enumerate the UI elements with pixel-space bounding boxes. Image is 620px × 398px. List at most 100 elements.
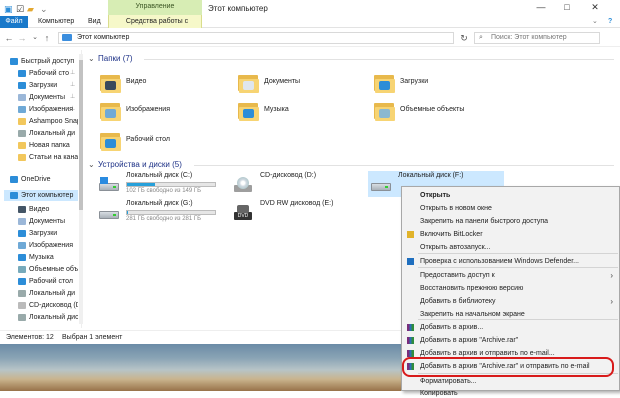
- downloads-folder-icon[interactable]: [374, 72, 396, 94]
- checkbox-icon[interactable]: ☑: [16, 4, 24, 14]
- help-button[interactable]: ?: [604, 16, 616, 28]
- folder-icon[interactable]: ▰: [27, 4, 34, 14]
- sidebar-item[interactable]: Рабочий сто ⊥: [4, 68, 78, 79]
- sidebar-item-label: Этот компьютер: [21, 192, 74, 199]
- sidebar-item[interactable]: Музыка: [4, 252, 78, 263]
- drive-label[interactable]: Локальный диск (F:): [398, 172, 463, 179]
- drive-label[interactable]: DVD RW дисковод (E:): [260, 200, 333, 207]
- address-input[interactable]: Этот компьютер: [58, 32, 454, 44]
- drive-label[interactable]: Локальный диск (C:): [126, 172, 192, 179]
- context-menu-item[interactable]: Закрепить на начальном экране: [402, 308, 619, 321]
- video-folder-icon[interactable]: [100, 72, 122, 94]
- chevron-down-icon[interactable]: ⌄: [40, 4, 48, 14]
- documents-folder-icon[interactable]: [238, 72, 260, 94]
- minimize-button[interactable]: —: [530, 0, 552, 14]
- up-button[interactable]: ↑: [41, 32, 53, 44]
- sidebar-scrollbar-thumb[interactable]: [79, 60, 83, 210]
- sidebar-item[interactable]: Быстрый доступ: [4, 56, 78, 67]
- close-button[interactable]: ✕: [584, 0, 606, 14]
- back-button[interactable]: ←: [3, 32, 15, 44]
- drive-label[interactable]: Локальный диск (G:): [126, 200, 193, 207]
- context-menu-item[interactable]: Предоставить доступ к ›: [402, 269, 619, 282]
- sidebar-item[interactable]: OneDrive: [4, 174, 78, 185]
- sidebar-item[interactable]: Загрузки: [4, 228, 78, 239]
- tab-view[interactable]: Вид: [84, 16, 105, 28]
- context-menu-item[interactable]: Добавить в архив "Archive.rar": [402, 334, 619, 347]
- drives-group-chevron[interactable]: ⌄: [88, 160, 95, 169]
- folders-group-chevron[interactable]: ⌄: [88, 54, 95, 63]
- music-icon: [18, 253, 26, 261]
- context-menu-item[interactable]: Закрепить на панели быстрого доступа: [402, 215, 619, 228]
- search-input[interactable]: ⌕ Поиск: Этот компьютер: [474, 32, 600, 44]
- pin-icon[interactable]: ⊥: [70, 104, 75, 115]
- folder-label[interactable]: Рабочий стол: [126, 136, 170, 143]
- context-menu-item[interactable]: Копировать: [402, 390, 619, 398]
- context-menu-item[interactable]: Проверка с использованием Windows Defend…: [402, 255, 619, 268]
- windows-drive-icon[interactable]: [98, 177, 120, 193]
- forward-button[interactable]: →: [16, 32, 28, 44]
- folder-label[interactable]: Изображения: [126, 106, 170, 113]
- drive-icon[interactable]: [370, 177, 392, 193]
- tab-file[interactable]: Файл: [0, 16, 28, 28]
- app-icon[interactable]: ▣: [4, 4, 13, 14]
- sidebar-item[interactable]: Документы ⊥: [4, 92, 78, 103]
- folder-label[interactable]: Загрузки: [400, 78, 428, 85]
- sidebar-item[interactable]: CD-дисковод (D: [4, 300, 78, 311]
- sidebar-item[interactable]: Статьи на канал: [4, 152, 78, 163]
- drive-label[interactable]: CD-дисковод (D:): [260, 172, 316, 179]
- music-folder-icon[interactable]: [238, 100, 260, 122]
- pin-icon[interactable]: ⊥: [70, 68, 75, 79]
- sidebar-item[interactable]: Документы: [4, 216, 78, 227]
- desktop-icon: [18, 277, 26, 285]
- sidebar-item[interactable]: Видео: [4, 204, 78, 215]
- sidebar-item[interactable]: Ashampoo Snap: [4, 116, 78, 127]
- cd-drive-icon[interactable]: [232, 177, 254, 193]
- pin-icon[interactable]: ⊥: [70, 92, 75, 103]
- sidebar-item[interactable]: Этот компьютер: [4, 190, 78, 201]
- sidebar-item[interactable]: Изображения: [4, 240, 78, 251]
- history-dropdown[interactable]: ⌄: [29, 32, 41, 44]
- context-menu-item[interactable]: Восстановить прежнюю версию: [402, 282, 619, 295]
- desktop-folder-icon[interactable]: [100, 130, 122, 152]
- ribbon-expand-icon[interactable]: ⌄: [588, 16, 602, 28]
- dvd-drive-icon[interactable]: DVD: [232, 205, 254, 221]
- sidebar-item[interactable]: Локальный ди: [4, 288, 78, 299]
- folder-emblem: [105, 139, 116, 148]
- tab-disk-tools[interactable]: Средства работы с дисками: [110, 16, 204, 37]
- sidebar-item-label: Объемные объе: [29, 266, 78, 273]
- context-menu-item[interactable]: Открыть автозапуск...: [402, 241, 619, 254]
- sidebar-item[interactable]: Локальный дис: [4, 312, 78, 323]
- folder-emblem: [243, 81, 254, 90]
- context-menu-item[interactable]: Открыть: [402, 189, 619, 202]
- maximize-button[interactable]: □: [556, 0, 578, 14]
- folders-group-title[interactable]: Папки (7): [98, 54, 133, 63]
- selection-count: Выбран 1 элемент: [62, 334, 123, 341]
- folder-label[interactable]: Объемные объекты: [400, 106, 464, 113]
- drive-icon[interactable]: [98, 205, 120, 221]
- 3d-objects-folder-icon[interactable]: [374, 100, 396, 122]
- group-divider: [194, 165, 614, 166]
- sidebar-item[interactable]: Объемные объе: [4, 264, 78, 275]
- tab-computer[interactable]: Компьютер: [34, 16, 78, 28]
- sidebar-item[interactable]: Новая папка: [4, 140, 78, 151]
- sidebar-item[interactable]: Рабочий стол: [4, 276, 78, 287]
- sidebar-item[interactable]: Локальный ди: [4, 128, 78, 139]
- sidebar-item-label: Видео: [29, 206, 50, 213]
- context-menu-item[interactable]: Добавить в библиотеку ›: [402, 295, 619, 308]
- folder-label[interactable]: Видео: [126, 78, 146, 85]
- context-menu-item[interactable]: Включить BitLocker: [402, 228, 619, 241]
- folder-label[interactable]: Музыка: [264, 106, 289, 113]
- group-divider: [144, 59, 614, 60]
- pictures-folder-icon[interactable]: [100, 100, 122, 122]
- context-menu-item[interactable]: Добавить в архив...: [402, 321, 619, 334]
- refresh-button[interactable]: ↻: [458, 32, 470, 44]
- sidebar-item-label: Документы: [29, 218, 66, 225]
- pin-icon[interactable]: ⊥: [70, 80, 75, 91]
- drives-group-title[interactable]: Устройства и диски (5): [98, 160, 182, 169]
- sidebar-item[interactable]: Изображения ⊥: [4, 104, 78, 115]
- context-menu-item[interactable]: Открыть в новом окне: [402, 202, 619, 215]
- sidebar-item[interactable]: Загрузки ⊥: [4, 80, 78, 91]
- folder-emblem: [379, 81, 390, 90]
- folder-label[interactable]: Документы: [264, 78, 300, 85]
- download-icon: [18, 81, 26, 89]
